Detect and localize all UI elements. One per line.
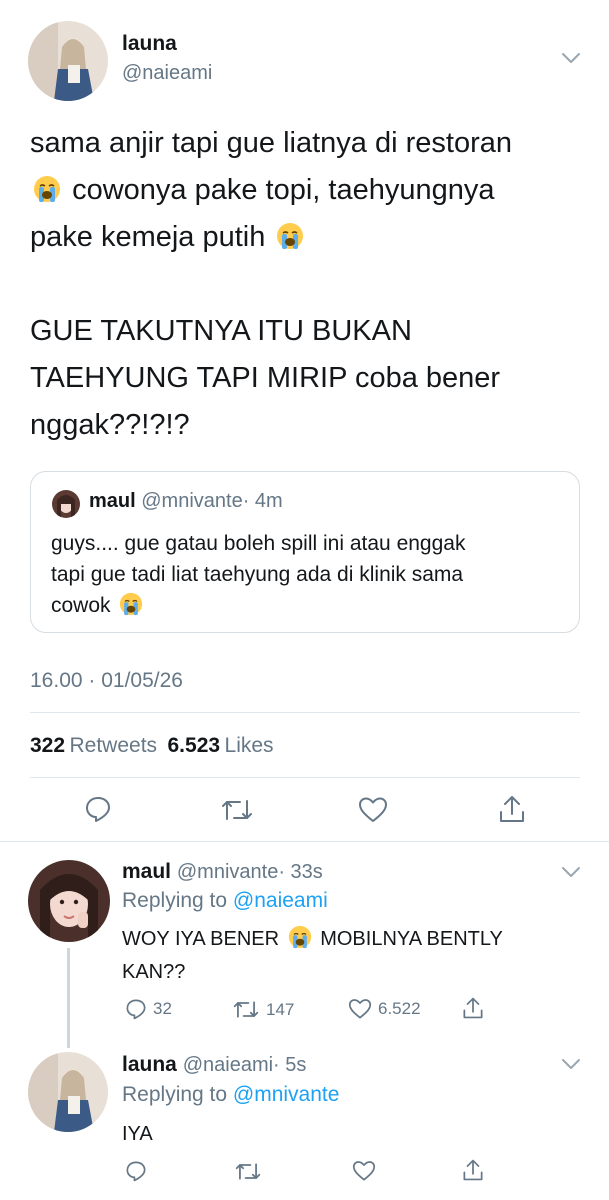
likes-label[interactable]: Likes	[225, 734, 274, 757]
retweet-icon[interactable]	[234, 1161, 262, 1182]
reply-time[interactable]: · 5s	[273, 1054, 306, 1076]
chevron-down-icon[interactable]	[561, 866, 581, 878]
replying-to-link[interactable]: @naieami	[233, 889, 328, 912]
reply-action-like[interactable]: 6.522	[348, 998, 421, 1020]
tweet-line: cowonya pake topi, taehyungnya	[30, 167, 590, 214]
tweet-line-text: pake kemeja putih	[30, 221, 266, 253]
replying-to-label: Replying to	[122, 1083, 228, 1106]
reply-author-name[interactable]: maul	[122, 860, 171, 883]
reply-author-handle[interactable]: @naieami	[183, 1054, 273, 1076]
reply-line: KAN??	[122, 961, 186, 983]
reply-count: 32	[153, 999, 172, 1018]
reply-thread-line	[67, 948, 70, 1048]
like-icon[interactable]	[352, 1160, 376, 1182]
reply-icon[interactable]	[84, 795, 112, 823]
loudly-crying-face-emoji	[276, 218, 304, 249]
replying-to-label: Replying to	[122, 889, 228, 912]
retweet-count: 147	[266, 999, 295, 1019]
chevron-down-icon[interactable]	[561, 52, 581, 64]
replying-to-link[interactable]: @mnivante	[233, 1083, 340, 1106]
quoted-line: tapi gue tadi liat taehyung ada di klini…	[51, 563, 464, 586]
loudly-crying-face-emoji	[33, 171, 61, 202]
retweet-icon[interactable]	[220, 797, 254, 823]
tweet-line: sama anjir tapi gue liatnya di restoran	[30, 127, 512, 159]
reply-action-retweet[interactable]: 147	[232, 999, 294, 1020]
author-handle[interactable]: @naieami	[122, 62, 212, 85]
reply-line-text: WOY IYA BENER	[122, 928, 280, 950]
avatar-maul-small	[52, 490, 80, 518]
tweet-line: TAEHYUNG TAPI MIRIP coba bener	[30, 362, 501, 394]
reply-author-name[interactable]: launa	[122, 1053, 177, 1076]
like-icon	[348, 998, 372, 1020]
author-name[interactable]: launa	[122, 32, 177, 56]
tweet-line: GUE TAKUTNYA ITU BUKAN	[30, 315, 412, 347]
quoted-tweet[interactable]: maul @mnivante· 4m guys.... gue gatau bo…	[30, 471, 580, 633]
avatar-launa[interactable]	[28, 1052, 108, 1132]
reply-icon[interactable]	[125, 1160, 147, 1182]
tweet-body: sama anjir tapi gue liatnya di restoran …	[30, 120, 590, 449]
reply-line-text: MOBILNYA BENTLY	[320, 928, 503, 950]
quoted-line: cowok	[51, 590, 571, 621]
quoted-time: · 4m	[242, 490, 283, 512]
avatar-launa[interactable]	[28, 21, 108, 101]
tweet-line: nggak??!?!?	[30, 409, 190, 441]
reply-text: WOY IYA BENER MOBILNYA BENTLY KAN??	[122, 923, 582, 989]
reply-time[interactable]: · 33s	[278, 861, 322, 883]
avatar-maul[interactable]	[28, 860, 110, 942]
reply-text: IYA	[122, 1123, 153, 1145]
tweet-timestamp[interactable]: 16.00 · 01/05/26	[30, 669, 183, 693]
quoted-line: guys.... gue gatau boleh spill ini atau …	[51, 532, 466, 555]
reply-line: WOY IYA BENER MOBILNYA BENTLY	[122, 923, 582, 956]
chevron-down-icon[interactable]	[561, 1058, 581, 1070]
share-icon[interactable]	[498, 794, 526, 824]
reply-action-reply[interactable]: 32	[125, 998, 172, 1020]
tweet-line: pake kemeja putih	[30, 214, 590, 261]
retweet-icon	[232, 999, 260, 1020]
like-icon[interactable]	[358, 796, 388, 824]
share-icon[interactable]	[462, 1158, 484, 1182]
like-count: 6.522	[378, 999, 421, 1018]
divider	[0, 841, 609, 842]
quoted-line-text: cowok	[51, 594, 111, 617]
reply-author-handle[interactable]: @mnivante	[177, 861, 278, 883]
loudly-crying-face-emoji	[288, 925, 312, 949]
retweets-label[interactable]: Retweets	[70, 734, 158, 757]
divider	[30, 712, 580, 713]
likes-count[interactable]: 6.523	[168, 734, 221, 757]
retweets-count[interactable]: 322	[30, 734, 65, 757]
tweet-line-text: cowonya pake topi, taehyungnya	[72, 174, 495, 206]
quoted-text: guys.... gue gatau boleh spill ini atau …	[51, 528, 571, 621]
share-icon[interactable]	[462, 996, 484, 1020]
divider	[30, 777, 580, 778]
loudly-crying-face-emoji	[119, 592, 143, 616]
quoted-author-name: maul	[89, 490, 136, 512]
tweet-stats: 322 Retweets 6.523 Likes	[30, 734, 274, 758]
reply-icon	[125, 998, 147, 1020]
quoted-author-handle: @mnivante	[141, 490, 243, 512]
